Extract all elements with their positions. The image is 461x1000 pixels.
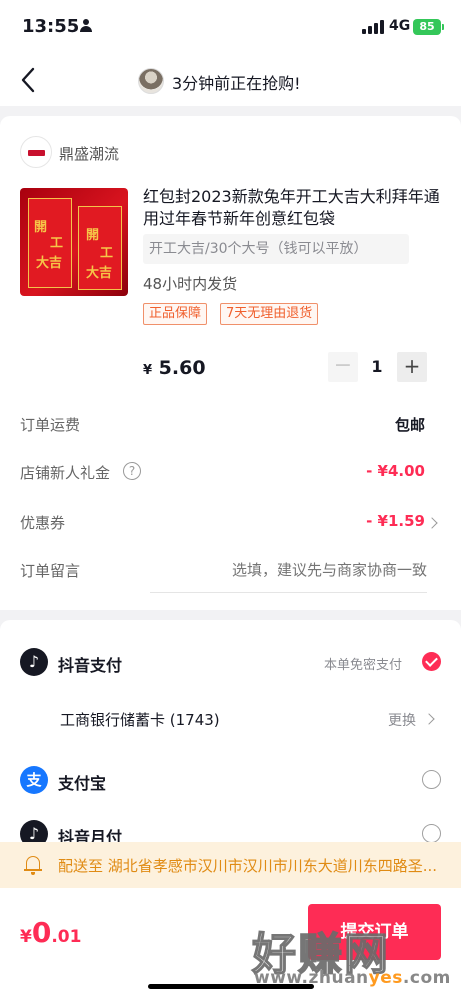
shop-logo-icon[interactable] bbox=[20, 136, 52, 168]
bank-card-name: 工商银行储蓄卡 (1743) bbox=[60, 711, 220, 729]
tag-authentic: 正品保障 bbox=[143, 303, 208, 325]
image-text: 工 bbox=[100, 246, 114, 261]
image-text: 大吉 bbox=[36, 256, 63, 271]
product-image[interactable]: 開 工 大吉 開 工 大吉 bbox=[20, 188, 128, 296]
alipay-name[interactable]: 支付宝 bbox=[58, 770, 106, 794]
quantity-value[interactable]: 1 bbox=[358, 352, 396, 382]
submit-order-button[interactable]: 提交订单 bbox=[308, 904, 441, 960]
note-input[interactable] bbox=[150, 556, 427, 584]
page-title: 3分钟前正在抢购! bbox=[172, 74, 301, 93]
home-indicator[interactable] bbox=[148, 984, 314, 989]
address-notice[interactable]: 配送至 湖北省孝感市汉川市汉川市川东大道川东四路圣... bbox=[0, 842, 461, 888]
quantity-minus-button[interactable]: − bbox=[328, 352, 358, 382]
payment-card: ♪ 抖音支付 本单免密支付 工商银行储蓄卡 (1743) 更换 支 支付宝 ♪ … bbox=[0, 620, 461, 848]
alipay-icon: 支 bbox=[20, 766, 48, 794]
battery-tip bbox=[442, 24, 444, 30]
shop-name[interactable]: 鼎盛潮流 bbox=[59, 143, 119, 164]
status-time: 13:55 bbox=[22, 16, 80, 37]
image-text: 大吉 bbox=[86, 266, 113, 281]
coupon-label: 优惠券 bbox=[20, 514, 66, 532]
unit-price: ¥ 5.60 bbox=[143, 357, 206, 379]
tag-return: 7天无理由退货 bbox=[220, 303, 319, 325]
chevron-right-icon[interactable] bbox=[426, 517, 438, 529]
watermark-url-part: .com bbox=[402, 968, 451, 988]
image-text: 開 bbox=[86, 228, 100, 243]
back-button[interactable] bbox=[12, 62, 48, 98]
bottom-bar: ¥0.01 提交订单 好赚网 www.zhuanyes.com bbox=[0, 888, 461, 1000]
password-free-hint: 本单免密支付 bbox=[324, 658, 403, 673]
image-text: 工 bbox=[50, 236, 64, 251]
note-label: 订单留言 bbox=[20, 562, 81, 580]
network-type: 4G bbox=[389, 18, 411, 34]
change-card-button[interactable]: 更换 bbox=[388, 710, 416, 730]
chevron-left-icon bbox=[21, 67, 35, 93]
total-decimal: .01 bbox=[51, 927, 82, 947]
shipping-time: 48小时内发货 bbox=[143, 275, 238, 293]
price-value: 5.60 bbox=[158, 357, 206, 379]
signal-icon bbox=[362, 20, 384, 34]
gift-label: 店铺新人礼金 bbox=[20, 464, 111, 482]
douyin-monthly-radio[interactable] bbox=[422, 824, 441, 843]
note-underline bbox=[150, 592, 427, 593]
watermark-url-part: yes bbox=[368, 968, 403, 988]
nav-bar: 3分钟前正在抢购! bbox=[0, 56, 461, 106]
douyin-pay-radio[interactable] bbox=[422, 652, 441, 671]
alipay-radio[interactable] bbox=[422, 770, 441, 789]
freight-label: 订单运费 bbox=[20, 416, 81, 434]
chevron-right-icon[interactable] bbox=[423, 713, 435, 725]
freight-value: 包邮 bbox=[394, 416, 425, 434]
product-title[interactable]: 红包封2023新款兔年开工大吉大利拜年通用过年春节新年创意红包袋 bbox=[143, 186, 443, 230]
douyin-pay-name[interactable]: 抖音支付 bbox=[58, 652, 122, 676]
battery-icon: 85 bbox=[413, 19, 441, 35]
order-card: 鼎盛潮流 開 工 大吉 開 工 大吉 红包封2023新款兔年开工大吉大利拜年通用… bbox=[0, 116, 461, 610]
order-total: ¥0.01 bbox=[20, 916, 81, 949]
total-integer: 0 bbox=[31, 916, 52, 949]
image-text: 開 bbox=[34, 220, 48, 235]
buyer-avatar bbox=[138, 68, 164, 94]
currency-symbol: ¥ bbox=[20, 927, 32, 947]
gift-value: - ¥4.00 bbox=[366, 462, 425, 480]
douyin-pay-icon: ♪ bbox=[20, 648, 48, 676]
bell-icon bbox=[24, 855, 42, 875]
status-bar: 13:55 4G 85 bbox=[0, 0, 461, 56]
quantity-plus-button[interactable]: + bbox=[397, 352, 427, 382]
coupon-value[interactable]: - ¥1.59 bbox=[366, 512, 425, 530]
help-icon[interactable]: ? bbox=[123, 462, 141, 480]
delivery-address: 配送至 湖北省孝感市汉川市汉川市川东大道川东四路圣... bbox=[58, 857, 438, 875]
person-icon bbox=[80, 19, 92, 33]
spec-selector[interactable]: 开工大吉/30个大号（钱可以平放） bbox=[143, 234, 409, 264]
currency-symbol: ¥ bbox=[143, 363, 153, 378]
